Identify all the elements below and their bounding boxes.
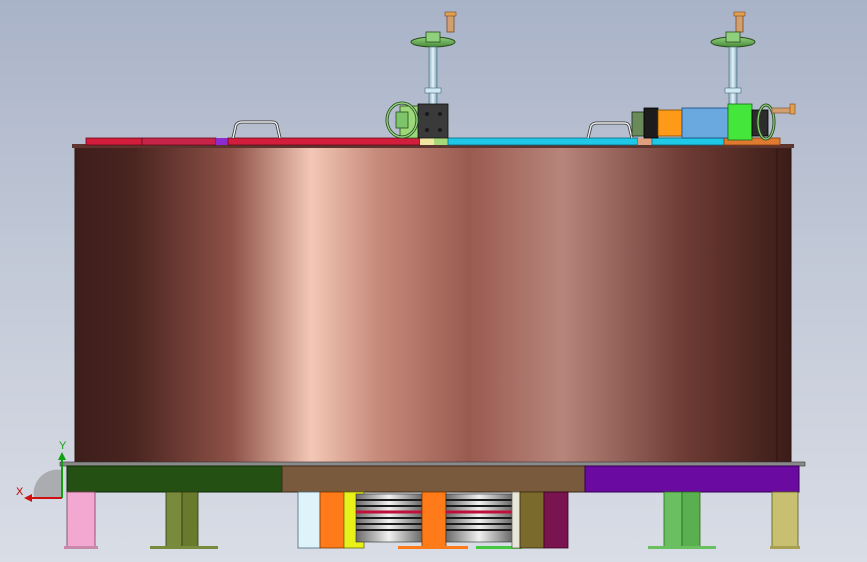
gearbox-right (727, 103, 753, 141)
top-deck (85, 137, 781, 146)
valve-actuator-left (385, 11, 457, 139)
tank-assembly-model[interactable] (0, 0, 867, 562)
lifting-lug-right (586, 121, 634, 139)
x-axis-label: X (16, 486, 24, 498)
valve-stem-left (428, 46, 438, 106)
handwheel-knob-left (446, 13, 455, 33)
valve-actuator-right (631, 11, 796, 141)
gearbox-left (417, 103, 449, 139)
coordinate-triad (24, 452, 66, 502)
tank-body (72, 144, 794, 465)
handwheel-knob-right (735, 13, 744, 33)
valve-stem-right (728, 46, 738, 106)
y-axis-label: Y (59, 440, 67, 452)
cad-viewport[interactable]: Y X (0, 0, 867, 562)
base-frame (59, 461, 806, 493)
motor-body (681, 107, 729, 139)
support-legs (64, 491, 800, 549)
motor-coupling (643, 107, 659, 139)
lifting-lug-left (231, 120, 282, 139)
